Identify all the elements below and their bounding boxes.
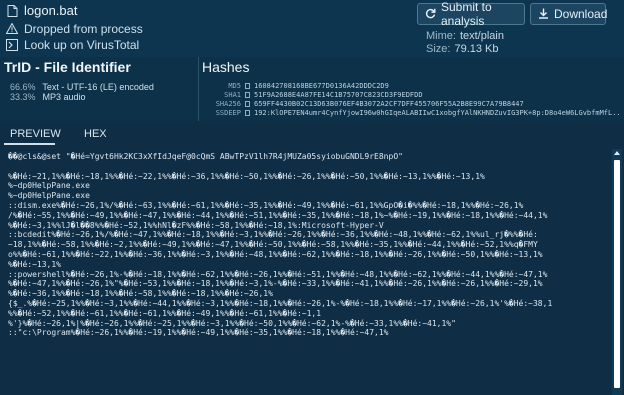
- download-icon: [538, 8, 549, 20]
- preview-line: [8, 162, 606, 172]
- preview-line: ::powershell%�Hé:~26,1%-%�Hé:~18,1%%�Hé:…: [8, 269, 548, 279]
- hash-label: SSDEEP: [215, 109, 241, 117]
- trid-description: Text - UTF-16 (LE) encoded: [42, 82, 154, 92]
- scrollbar-thumb[interactable]: [614, 160, 620, 388]
- trid-percent: 66.6%: [10, 82, 36, 92]
- hash-row-md5: MD5 160842708168BE677D0136A42DDDC2D9: [199, 82, 624, 91]
- preview-line: ::dism.exe%�Hé:~26,1%/%�Hé:~63,1%%�Hé:~6…: [8, 200, 524, 210]
- virustotal-label: Look up on VirusTotal: [24, 38, 140, 52]
- preview-line: %�Hé:~3,1%%lJ�l��8%%�Hé:~52,1%%hNl�zF%%�…: [8, 220, 384, 230]
- file-header: logon.bat Dropped from process Look up o…: [0, 0, 624, 57]
- trid-title: TrID - File Identifier: [4, 59, 131, 75]
- hash-value: 51F9A2688E4A87FE14C1B75707C823CD3F9EDFDD: [254, 91, 423, 99]
- preview-line: %%�Hé:~52,1%%�Hé:~61,1%%�Hé:~61,1%%�Hé:~…: [8, 308, 322, 318]
- file-title-row: logon.bat: [6, 3, 78, 18]
- trid-row: 66.6% Text - UTF-16 (LE) encoded: [10, 82, 154, 92]
- preview-line: %�Hé:~47,1%%�Hé:~26,1%"%�Hé:~53,1%%�Hé:~…: [8, 279, 543, 289]
- preview-line: {$_.%�Hé:~25,1%%�Hé:~3,1%%�Hé:~44,1%%�Hé…: [8, 298, 553, 308]
- tab-hex[interactable]: HEX: [84, 128, 107, 140]
- trid-description: MP3 audio: [42, 92, 86, 102]
- download-button[interactable]: Download: [530, 3, 608, 25]
- file-name: logon.bat: [24, 3, 78, 18]
- copy-icon[interactable]: [245, 83, 250, 89]
- file-icon: [6, 4, 18, 17]
- hash-label: MD5: [228, 82, 241, 90]
- hash-label: SHA256: [215, 100, 241, 108]
- preview-line: ~18,1%%�Hé:~58,1%%�Hé:~2,1%%�Hé:~49,1%%�…: [8, 240, 538, 250]
- submit-analysis-button[interactable]: Submit to analysis: [417, 0, 525, 28]
- dropped-row: Dropped from process: [5, 22, 143, 36]
- hash-label: SHA1: [224, 91, 241, 99]
- size-value: 79.13 Kb: [454, 43, 499, 55]
- copy-icon[interactable]: [245, 110, 250, 116]
- refresh-icon: [425, 8, 436, 20]
- preview-line: %�Hé:~21,1%%�Hé:~18,1%%�Hé:~22,1%%�Hé:~3…: [8, 171, 485, 181]
- hash-row-sha256: SHA256 659FF4430B02C13D63B076EF4B3072A2C…: [199, 100, 624, 109]
- preview-line: %�Hé:~36,1%%�Hé:~18,1%%�Hé:~58,1%%�Hé:~1…: [8, 289, 273, 299]
- preview-line: ::bcdedit%�Hé:~26,1%/%�Hé:~47,1%%�Hé:~18…: [8, 230, 538, 240]
- preview-text: ��@cls&@set "�Hé=Ygvt6Hk2KC3xXfIdJqeF@0c…: [8, 152, 606, 338]
- preview-line: ��@cls&@set "�Hé=Ygvt6Hk2KC3xXfIdJqeF@0c…: [8, 152, 403, 161]
- trid-row: 33.3% MP3 audio: [10, 92, 86, 102]
- virustotal-icon: [6, 39, 18, 51]
- copy-icon[interactable]: [245, 92, 250, 98]
- hashes-panel: Hashes MD5 160842708168BE677D0136A42DDDC…: [199, 57, 624, 121]
- hash-row-ssdeep: SSDEEP 192:KlOPE7EN4umr4CynfYjowI96w0hGI…: [199, 109, 624, 118]
- mime-value: text/plain: [459, 30, 504, 42]
- warning-icon: [5, 22, 19, 35]
- active-tab-indicator: [4, 143, 55, 145]
- tab-preview[interactable]: PREVIEW: [10, 128, 61, 140]
- view-tabs: PREVIEW HEX: [0, 121, 624, 147]
- copy-icon[interactable]: [245, 101, 250, 107]
- mime-info: Mime: text/plain: [426, 30, 504, 42]
- trid-panel: TrID - File Identifier 66.6% Text - UTF-…: [0, 57, 199, 121]
- virustotal-link[interactable]: Look up on VirusTotal: [6, 38, 139, 52]
- size-info: Size: 79.13 Kb: [426, 43, 499, 55]
- hash-value: 192:KlOPE7EN4umr4CynfYjowI96w0hGIqeALABI…: [254, 109, 619, 117]
- size-label: Size:: [426, 43, 451, 55]
- preview-line: o%%�Hé:~61,1%%�Hé:~22,1%%�Hé:~36,1%%�Hé:…: [8, 249, 543, 259]
- scroll-up-arrow-icon[interactable]: [614, 151, 620, 155]
- hash-row-sha1: SHA1 51F9A2688E4A87FE14C1B75707C823CD3F9…: [199, 91, 624, 100]
- preview-line: %~dp0HelpPane.exe: [8, 181, 90, 191]
- hash-value: 160842708168BE677D0136A42DDDC2D9: [254, 82, 389, 90]
- preview-line: /%�Hé:~55,1%%�Hé:~49,1%%�Hé:~47,1%%�Hé:~…: [8, 210, 548, 220]
- submit-analysis-label: Submit to analysis: [441, 0, 492, 28]
- preview-line: %�Hé:~13,1%: [8, 259, 61, 269]
- hash-value: 659FF4430B02C13D63B076EF4B3072A2CF7DFF45…: [254, 100, 524, 108]
- preview-line: ::"c:\Program%�Hé:~26,1%%�Hé:~19,1%%�Hé:…: [8, 328, 389, 338]
- preview-line: %~dp0HelpPane.exe: [8, 191, 90, 201]
- dropped-label: Dropped from process: [24, 22, 143, 36]
- hashes-title: Hashes: [202, 59, 250, 75]
- preview-pane[interactable]: ��@cls&@set "�Hé=Ygvt6Hk2KC3xXfIdJqeF@0c…: [0, 147, 624, 395]
- mime-label: Mime:: [426, 30, 456, 42]
- trid-percent: 33.3%: [10, 92, 36, 102]
- preview-line: %'}%�Hé:~26,1%|%�Hé:~26,1%%�Hé:~25,1%%�H…: [8, 318, 456, 328]
- download-label: Download: [554, 7, 608, 21]
